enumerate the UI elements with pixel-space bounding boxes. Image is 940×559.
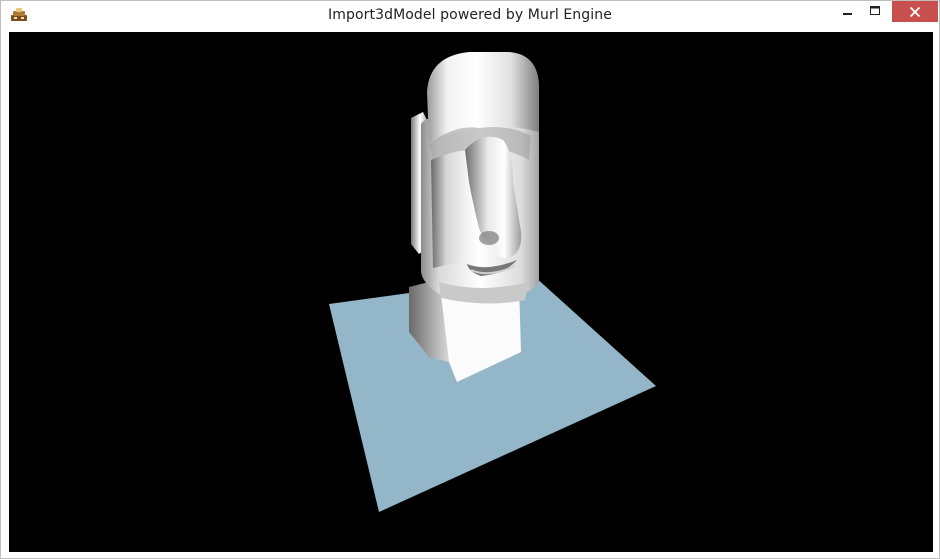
minimize-button[interactable] [835,1,861,22]
app-window: Import3dModel powered by Murl Engine [0,0,940,559]
statue-nostril [479,231,499,245]
window-title: Import3dModel powered by Murl Engine [328,7,612,23]
render-viewport[interactable] [9,32,933,552]
scene-canvas [329,52,656,512]
minimize-icon [843,12,852,15]
title-bar[interactable]: Import3dModel powered by Murl Engine [1,1,939,31]
close-button[interactable] [892,1,938,22]
maximize-icon [869,6,880,15]
close-icon [909,6,921,17]
maximize-button[interactable] [862,1,888,22]
